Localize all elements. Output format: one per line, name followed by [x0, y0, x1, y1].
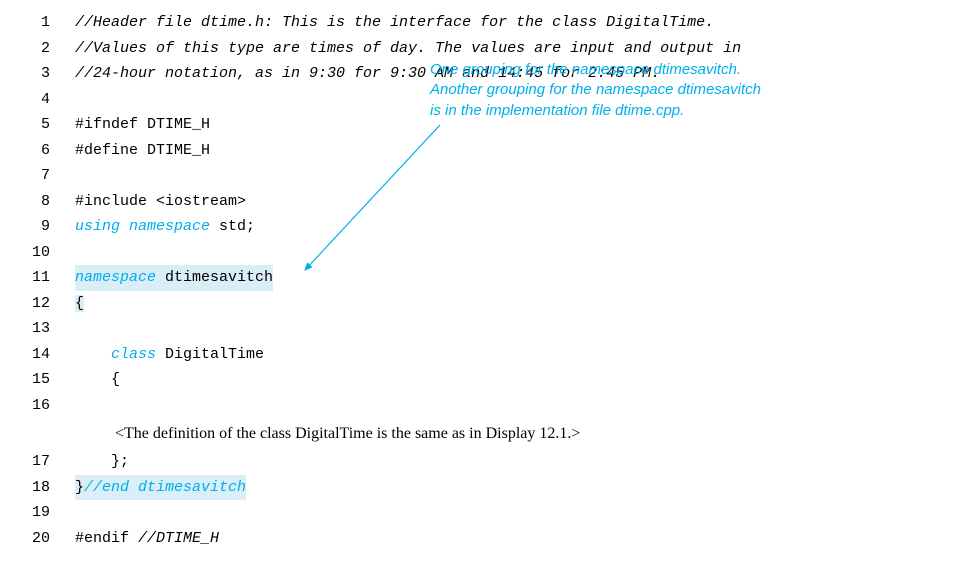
code-comment: //DTIME_H: [138, 530, 219, 547]
line-number: 10: [20, 240, 50, 266]
code-line: 6 #define DTIME_H: [20, 138, 942, 164]
line-number: 20: [20, 526, 50, 552]
line-number: 11: [20, 265, 50, 291]
highlighted-code: {: [75, 295, 84, 312]
code-line: 12 {: [20, 291, 942, 317]
code-line: 10: [20, 240, 942, 266]
code-comment: //Values of this type are times of day. …: [75, 36, 741, 62]
code-line: 20 #endif //DTIME_H: [20, 526, 942, 552]
line-number: 2: [20, 36, 50, 62]
line-number: 9: [20, 214, 50, 240]
code-text: class DigitalTime: [75, 342, 264, 368]
inline-note: <The definition of the class DigitalTime…: [20, 420, 942, 447]
code-text: {: [75, 367, 120, 393]
code-text: {: [75, 291, 84, 317]
indent: [75, 453, 111, 470]
code-text: #ifndef DTIME_H: [75, 112, 210, 138]
line-number: 18: [20, 475, 50, 501]
keyword-class: class: [111, 346, 156, 363]
indent: [75, 346, 111, 363]
highlighted-code: }//end dtimesavitch: [75, 475, 246, 501]
code-text: std;: [210, 218, 255, 235]
annotation-line: Another grouping for the namespace dtime…: [430, 80, 761, 100]
line-number: 3: [20, 61, 50, 87]
line-number: 12: [20, 291, 50, 317]
line-number: 8: [20, 189, 50, 215]
code-line: 11 namespace dtimesavitch: [20, 265, 942, 291]
code-line: 19: [20, 500, 942, 526]
code-line: 16: [20, 393, 942, 419]
keyword-using-namespace: using namespace: [75, 218, 210, 235]
line-number: 1: [20, 10, 50, 36]
code-line: 18 }//end dtimesavitch: [20, 475, 942, 501]
code-line: 15 {: [20, 367, 942, 393]
line-number: 17: [20, 449, 50, 475]
code-line: 2 //Values of this type are times of day…: [20, 36, 942, 62]
line-number: 7: [20, 163, 50, 189]
line-number: 16: [20, 393, 50, 419]
code-text: #define DTIME_H: [75, 138, 210, 164]
line-number: 5: [20, 112, 50, 138]
line-number: 4: [20, 87, 50, 113]
line-number: 14: [20, 342, 50, 368]
code-text: #endif //DTIME_H: [75, 526, 219, 552]
code-line: 13: [20, 316, 942, 342]
line-number: 15: [20, 367, 50, 393]
indent: [75, 371, 111, 388]
code-text: {: [111, 371, 120, 388]
code-line: 8 #include <iostream>: [20, 189, 942, 215]
code-text: };: [75, 449, 129, 475]
line-number: 13: [20, 316, 50, 342]
annotation-text: One grouping for the namespace dtimesavi…: [430, 60, 761, 121]
code-line: 17 };: [20, 449, 942, 475]
code-text: #include <iostream>: [75, 189, 246, 215]
code-text: DigitalTime: [156, 346, 264, 363]
code-comment: //Header file dtime.h: This is the inter…: [75, 10, 714, 36]
code-line: 1 //Header file dtime.h: This is the int…: [20, 10, 942, 36]
annotation-line: is in the implementation file dtime.cpp.: [430, 101, 761, 121]
keyword-namespace: namespace: [75, 269, 156, 286]
line-number: 6: [20, 138, 50, 164]
line-number: 19: [20, 500, 50, 526]
highlighted-code: namespace dtimesavitch: [75, 265, 273, 291]
code-text: #endif: [75, 530, 138, 547]
code-text: dtimesavitch: [156, 269, 273, 286]
code-text: };: [111, 453, 129, 470]
code-line: 7: [20, 163, 942, 189]
code-text: }: [75, 479, 84, 496]
annotation-line: One grouping for the namespace dtimesavi…: [430, 60, 761, 80]
code-line: 9 using namespace std;: [20, 214, 942, 240]
code-text: using namespace std;: [75, 214, 255, 240]
code-comment: //end dtimesavitch: [84, 479, 246, 496]
code-line: 14 class DigitalTime: [20, 342, 942, 368]
